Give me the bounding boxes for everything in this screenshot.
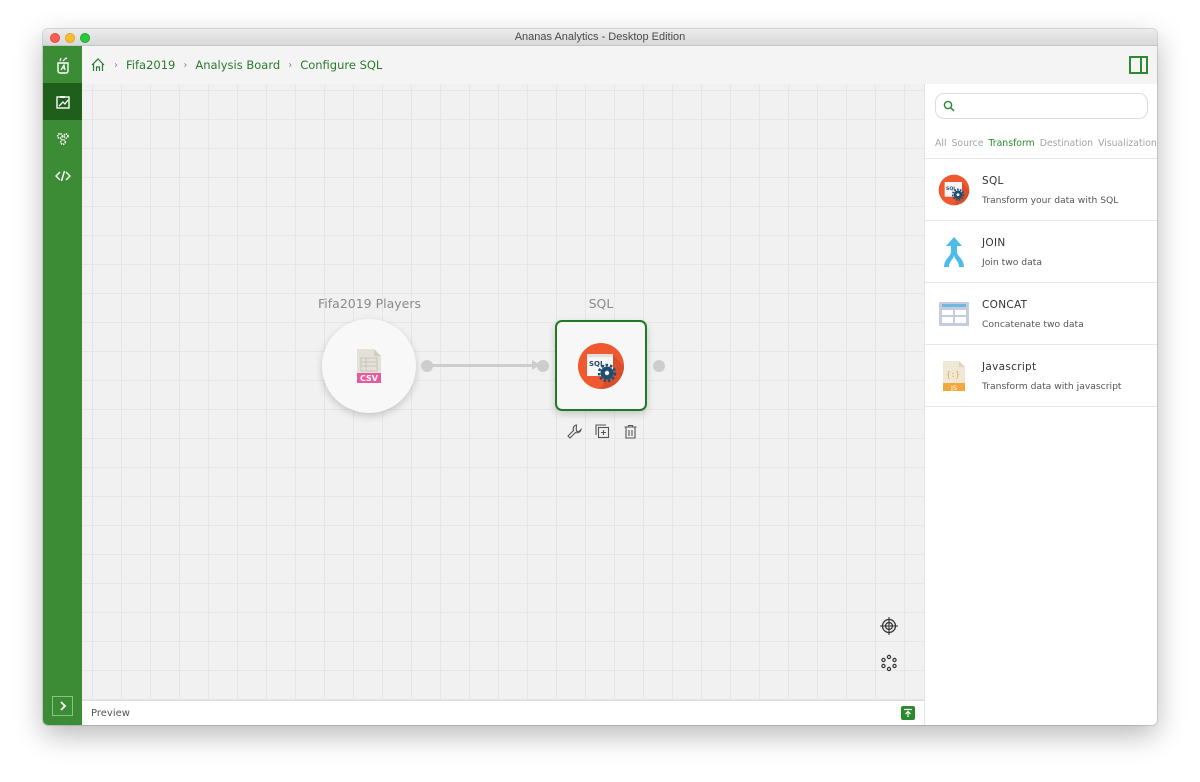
list-item-concat[interactable]: CONCAT Concatenate two data (925, 283, 1157, 345)
top-bar: › Fifa2019 › Analysis Board › Configure … (82, 46, 1157, 84)
sql-node-label: SQL (588, 296, 614, 311)
tab-visualization[interactable]: Visualization (1098, 138, 1157, 149)
analysis-canvas[interactable]: Fifa2019 Players CSV SQL SQL (82, 84, 924, 700)
code-icon (54, 170, 71, 181)
board-icon (55, 95, 70, 109)
csv-node-label: Fifa2019 Players (318, 296, 422, 311)
sql-output-port[interactable] (653, 360, 665, 372)
title-bar: Ananas Analytics - Desktop Edition (43, 29, 1157, 46)
list-item-title: CONCAT (982, 299, 1028, 311)
close-window-button[interactable] (50, 33, 60, 43)
list-item-title: Javascript (982, 361, 1037, 373)
sql-transform-node[interactable]: SQL (555, 320, 647, 411)
search-icon (943, 100, 955, 112)
chevron-right-icon (59, 701, 66, 711)
csv-icon-text: CSV (360, 374, 379, 383)
svg-text:SQL: SQL (946, 186, 956, 192)
component-list: SQL SQL Transform your data with SQL JOI… (925, 159, 1157, 407)
component-panel: All Source Transform Destination Visuali… (924, 84, 1157, 725)
wrench-icon (567, 424, 582, 439)
sidebar-item-execution[interactable] (43, 120, 82, 157)
list-item-join[interactable]: JOIN Join two data (925, 221, 1157, 283)
sidebar (43, 46, 82, 725)
tab-all[interactable]: All (935, 138, 947, 149)
node-action-bar (566, 423, 639, 440)
minimize-window-button[interactable] (65, 33, 75, 43)
preview-bar: Preview (82, 700, 924, 725)
expand-up-icon (904, 708, 912, 717)
breadcrumb: › Fifa2019 › Analysis Board › Configure … (90, 57, 382, 73)
expand-sidebar-button[interactable] (52, 696, 73, 716)
breadcrumb-configure-sql[interactable]: Configure SQL (300, 58, 382, 72)
list-item-description: Transform your data with SQL (982, 195, 1119, 206)
breadcrumb-separator: › (288, 59, 293, 71)
csv-file-icon: CSV (357, 349, 381, 383)
gears-icon (56, 132, 69, 145)
sql-icon: SQL (938, 174, 970, 206)
sidebar-item-analysis-board[interactable] (43, 83, 82, 120)
tab-source[interactable]: Source (952, 138, 984, 149)
svg-text:{:}: {:} (946, 370, 960, 379)
category-tabs: All Source Transform Destination Visuali… (935, 138, 1157, 149)
javascript-file-icon: {:} JS (943, 361, 965, 392)
configure-node-button[interactable] (566, 423, 583, 440)
auto-layout-icon (881, 654, 897, 672)
expand-preview-button[interactable] (901, 706, 915, 720)
toggle-right-panel-button[interactable] (1129, 56, 1148, 74)
preview-label: Preview (91, 707, 130, 719)
list-item-title: SQL (982, 175, 1004, 187)
list-item-title: JOIN (982, 237, 1006, 249)
delete-node-button[interactable] (622, 423, 639, 440)
maximize-window-button[interactable] (80, 33, 90, 43)
auto-layout-button[interactable] (879, 653, 899, 673)
list-item-javascript[interactable]: {:} JS Javascript Transform data with ja… (925, 345, 1157, 407)
app-window: Ananas Analytics - Desktop Edition › Fif… (43, 29, 1157, 725)
ananas-logo-icon (56, 56, 69, 74)
breadcrumb-fifa2019[interactable]: Fifa2019 (126, 58, 175, 72)
list-item-description: Concatenate two data (982, 319, 1084, 330)
breadcrumb-analysis-board[interactable]: Analysis Board (195, 58, 280, 72)
js-icon-text: JS (950, 384, 957, 392)
sidebar-item-developer[interactable] (43, 157, 82, 194)
breadcrumb-separator: › (114, 59, 118, 71)
list-item-description: Join two data (982, 257, 1042, 268)
duplicate-icon (595, 424, 610, 439)
sidebar-item-app-logo[interactable] (43, 46, 82, 83)
csv-source-node[interactable]: CSV (322, 319, 416, 413)
center-view-button[interactable] (879, 616, 899, 636)
breadcrumb-separator: › (183, 59, 188, 71)
tab-transform[interactable]: Transform (988, 138, 1034, 149)
list-item-description: Transform data with javascript (982, 381, 1122, 392)
window-title: Ananas Analytics - Desktop Edition (514, 31, 686, 43)
search-input[interactable] (960, 97, 1140, 115)
join-arrow-icon (944, 237, 964, 267)
duplicate-node-button[interactable] (594, 423, 611, 440)
sql-icon: SQL (578, 342, 624, 389)
center-target-icon (880, 617, 898, 635)
sql-input-port[interactable] (537, 360, 549, 372)
connection-edge[interactable] (426, 364, 536, 367)
trash-icon (624, 424, 637, 439)
tab-destination[interactable]: Destination (1040, 138, 1093, 149)
concat-table-icon (939, 302, 969, 326)
home-icon[interactable] (90, 57, 106, 73)
component-search[interactable] (935, 93, 1148, 119)
list-item-sql[interactable]: SQL SQL Transform your data with SQL (925, 159, 1157, 221)
